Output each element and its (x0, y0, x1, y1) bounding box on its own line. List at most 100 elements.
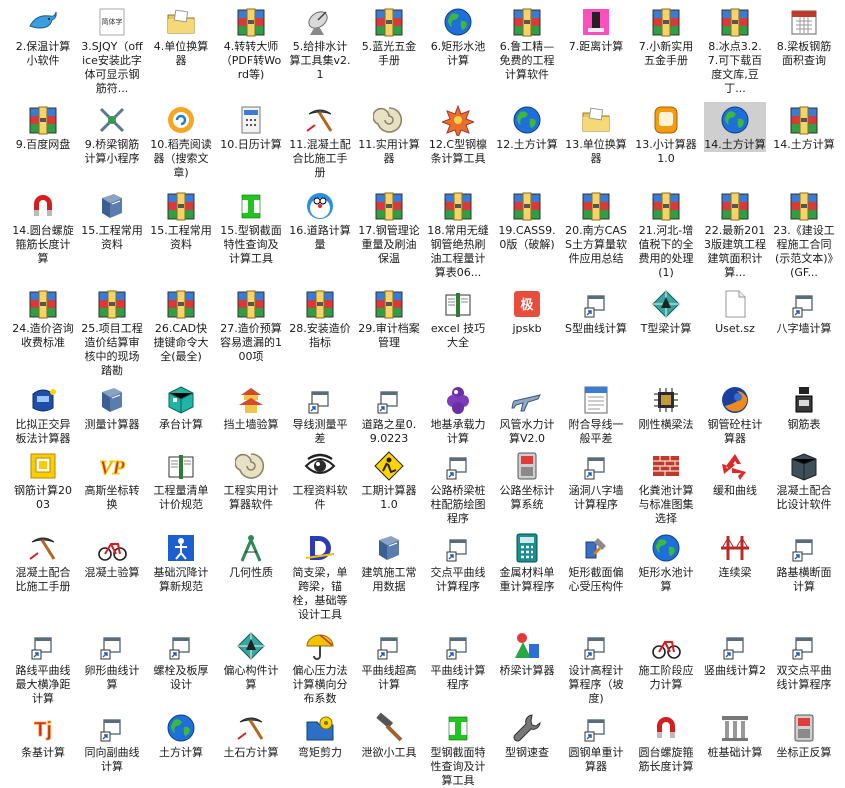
desktop-shortcut[interactable]: 2.保温计算小软件 (12, 4, 74, 68)
desktop-shortcut[interactable]: 22.最新2013版建筑工程建筑面积计算... (704, 188, 766, 280)
desktop-shortcut[interactable]: 泄欲小工具 (358, 710, 420, 760)
desktop-shortcut[interactable]: 矩形截面偏心受压构件 (565, 530, 627, 594)
desktop-shortcut[interactable]: 6.鲁工精—免费的工程计算软件 (496, 4, 558, 82)
desktop-shortcut[interactable]: 承台计算 (150, 382, 212, 432)
desktop-shortcut[interactable]: 导线测量平差 (289, 382, 351, 446)
desktop-shortcut[interactable]: 混凝土配合比施工手册 (12, 530, 74, 594)
desktop-shortcut[interactable]: 公路坐标计算系统 (496, 448, 558, 512)
desktop-shortcut[interactable]: 型钢速查 (496, 710, 558, 760)
desktop-shortcut[interactable]: 17.钢管理论重量及刷油保温 (358, 188, 420, 266)
desktop-shortcut[interactable]: 9.桥梁钢筋计算小程序 (81, 102, 143, 166)
desktop-shortcut[interactable]: 平曲线超高计算 (358, 628, 420, 692)
desktop-shortcut[interactable]: 风管水力计算V2.0 (496, 382, 558, 446)
desktop-shortcut[interactable]: 混凝土配合比设计软件 (773, 448, 835, 512)
desktop-shortcut[interactable]: 11.混凝土配合比施工手册 (289, 102, 351, 180)
desktop-shortcut[interactable]: 13.单位换算器 (565, 102, 627, 166)
desktop-shortcut[interactable]: 9.百度网盘 (12, 102, 74, 152)
desktop-shortcut[interactable]: 路基横断面计算 (773, 530, 835, 594)
desktop-shortcut[interactable]: 混凝土验算 (81, 530, 143, 580)
desktop-shortcut[interactable]: 简支梁，单跨梁，锚栓，基础等设计工具 (289, 530, 351, 622)
desktop-shortcut[interactable]: 平曲线计算程序 (427, 628, 489, 692)
desktop-shortcut[interactable]: 施工阶段应力计算 (635, 628, 697, 692)
desktop-shortcut[interactable]: 10.日历计算 (220, 102, 282, 152)
desktop-shortcut[interactable]: excel 技巧大全 (427, 286, 489, 350)
desktop-shortcut[interactable]: 工程量清单计价规范 (150, 448, 212, 512)
desktop-shortcut[interactable]: 卵形曲线计算 (81, 628, 143, 692)
desktop-shortcut[interactable]: 25.项目工程造价结算审核中的现场踏勘 (81, 286, 143, 378)
desktop-shortcut[interactable]: 双交点平曲线计算程序 (773, 628, 835, 692)
desktop-shortcut[interactable]: 设计高程计算程序（坡度) (565, 628, 627, 706)
desktop-shortcut[interactable]: 8.冰点3.2.7.可下载百度文库,豆丁... (704, 4, 766, 96)
desktop-shortcut[interactable]: Uset.sz (704, 286, 766, 336)
desktop-shortcut[interactable]: 测量计算器 (81, 382, 143, 432)
desktop-shortcut[interactable]: 12.C型钢檩条计算工具 (427, 102, 489, 166)
desktop-shortcut[interactable]: 矩形水池计算 (635, 530, 697, 594)
desktop-shortcut[interactable]: 钢筋表 (773, 382, 835, 432)
desktop-shortcut[interactable]: 极 jpskb (496, 286, 558, 336)
desktop-shortcut[interactable]: 14.圆台螺旋箍筋长度计算 (12, 188, 74, 266)
desktop-shortcut[interactable]: 同向副曲线计算 (81, 710, 143, 774)
desktop-shortcut[interactable]: 27.造价预算容易遗漏的100项 (220, 286, 282, 364)
desktop-shortcut[interactable]: 型钢截面特性查询及计算工具 (427, 710, 489, 788)
desktop-shortcut[interactable]: 交点平曲线计算程序 (427, 530, 489, 594)
desktop-shortcut[interactable]: 简体字 3.SJQY（office安装此字体可显示钢筋符... (81, 4, 143, 96)
desktop-shortcut[interactable]: 比拟正交异板法计算器 (12, 382, 74, 446)
desktop-shortcut[interactable]: 12.土方计算 (496, 102, 558, 152)
desktop-shortcut[interactable]: 圆钢单重计算器 (565, 710, 627, 774)
desktop-shortcut[interactable]: 20.南方CASS土方算量软件应用总结 (565, 188, 627, 266)
desktop-shortcut[interactable]: 螺栓及板厚设计 (150, 628, 212, 692)
desktop-shortcut[interactable]: 公路桥梁桩柱配筋绘图程序 (427, 448, 489, 526)
desktop-shortcut[interactable]: 23.《建设工程施工合同(示范文本)》(GF... (773, 188, 835, 280)
desktop-shortcut[interactable]: 土石方计算 (220, 710, 282, 760)
desktop-shortcut[interactable]: 缓和曲线 (704, 448, 766, 498)
desktop-shortcut[interactable]: 16.道路计算量 (289, 188, 351, 252)
desktop-shortcut[interactable]: 偏心构件计算 (220, 628, 282, 692)
desktop-shortcut[interactable]: 路线平曲线最大横净距计算 (12, 628, 74, 706)
desktop-shortcut[interactable]: 地基承载力计算 (427, 382, 489, 446)
desktop-shortcut[interactable]: 5.给排水计算工具集v2.1 (289, 4, 351, 82)
desktop-shortcut[interactable]: 八字墙计算 (773, 286, 835, 336)
desktop-shortcut[interactable]: 15.工程常用资料 (81, 188, 143, 252)
desktop-shortcut[interactable]: S型曲线计算 (565, 286, 627, 336)
desktop-shortcut[interactable]: 弯矩剪力 (289, 710, 351, 760)
desktop-shortcut[interactable]: 桩基础计算 (704, 710, 766, 760)
desktop-shortcut[interactable]: 竖曲线计算2 (704, 628, 766, 678)
desktop-shortcut[interactable]: 29.审计档案管理 (358, 286, 420, 350)
desktop-shortcut[interactable]: 14.土方计算 (704, 102, 766, 152)
desktop-shortcut[interactable]: 11.实用计算器 (358, 102, 420, 166)
desktop-shortcut[interactable]: 附合导线一般平差 (565, 382, 627, 446)
desktop-shortcut[interactable]: 挡土墙验算 (220, 382, 282, 432)
desktop-shortcut[interactable]: 24.造价咨询收费标准 (12, 286, 74, 350)
desktop-shortcut[interactable]: 5.蓝光五金手册 (358, 4, 420, 68)
desktop-shortcut[interactable]: 21.河北-增值税下的全费用的处理(1) (635, 188, 697, 280)
desktop-shortcut[interactable]: 19.CASS9.0版（破解) (496, 188, 558, 252)
desktop-shortcut[interactable]: 钢管砼柱计算器 (704, 382, 766, 446)
desktop-shortcut[interactable]: 工期计算器1.0 (358, 448, 420, 512)
desktop-shortcut[interactable]: 7.距离计算 (565, 4, 627, 54)
desktop-shortcut[interactable]: 钢筋计算2003 (12, 448, 74, 512)
desktop-shortcut[interactable]: 6.矩形水池计算 (427, 4, 489, 68)
desktop-shortcut[interactable]: 15.工程常用资料 (150, 188, 212, 252)
desktop-shortcut[interactable]: 偏心压力法计算横向分布系数 (289, 628, 351, 706)
desktop-shortcut[interactable]: 圆台螺旋箍筋长度计算 (635, 710, 697, 774)
desktop-shortcut[interactable]: 建筑施工常用数据 (358, 530, 420, 594)
desktop-shortcut[interactable]: 刚性横梁法 (635, 382, 697, 432)
desktop-shortcut[interactable]: 基础沉降计算新规范 (150, 530, 212, 594)
desktop-shortcut[interactable]: 28.安装造价指标 (289, 286, 351, 350)
desktop-shortcut[interactable]: 涵洞八字墙计算程序 (565, 448, 627, 512)
desktop-shortcut[interactable]: 4.单位换算器 (150, 4, 212, 68)
desktop-shortcut[interactable]: 26.CAD快捷键命令大全(最全) (150, 286, 212, 364)
desktop-shortcut[interactable]: 13.小计算器1.0 (635, 102, 697, 166)
desktop-shortcut[interactable]: 土方计算 (150, 710, 212, 760)
desktop-shortcut[interactable]: T型梁计算 (635, 286, 697, 336)
desktop-shortcut[interactable]: 4.转转大师（PDF转Word等) (220, 4, 282, 82)
desktop-shortcut[interactable]: 桥梁计算器 (496, 628, 558, 678)
desktop-shortcut[interactable]: Tj 条基计算 (12, 710, 74, 760)
desktop-shortcut[interactable]: 7.小新实用五金手册 (635, 4, 697, 68)
desktop-shortcut[interactable]: 8.梁板钢筋面积查询 (773, 4, 835, 68)
desktop-shortcut[interactable]: VP 高斯坐标转换 (81, 448, 143, 512)
desktop-shortcut[interactable]: 坐标正反算 (773, 710, 835, 760)
desktop-shortcut[interactable]: 道路之星0.9.0223 (358, 382, 420, 446)
desktop-shortcut[interactable]: 10.稻壳阅读器（搜索文章) (150, 102, 212, 180)
desktop-shortcut[interactable]: 18.常用无缝钢管绝热刷油工程量计算表06... (427, 188, 489, 280)
